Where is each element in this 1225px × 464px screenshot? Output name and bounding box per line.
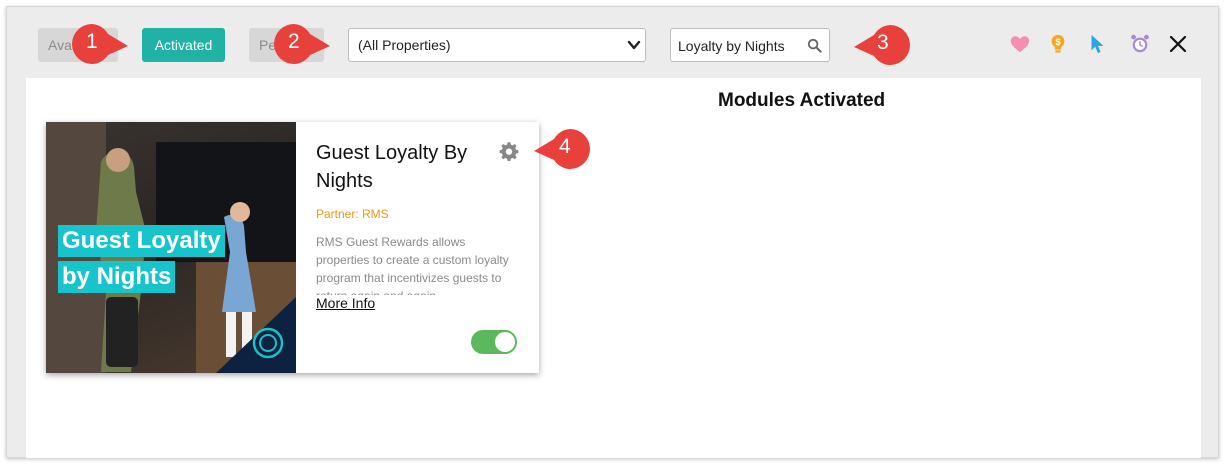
- callout-1-number: 1: [86, 30, 98, 53]
- search-icon[interactable]: [807, 38, 822, 53]
- chevron-down-icon: [627, 40, 641, 50]
- callout-4-number: 4: [559, 135, 571, 158]
- gear-icon[interactable]: [499, 141, 519, 161]
- heart-icon[interactable]: [1009, 33, 1031, 55]
- search-input[interactable]: [678, 36, 800, 56]
- module-search[interactable]: [670, 28, 830, 62]
- alarm-clock-icon[interactable]: [1129, 33, 1151, 55]
- property-select[interactable]: (All Properties): [348, 28, 646, 62]
- module-card-image: Guest Loyalty by Nights: [46, 122, 296, 373]
- modules-content: Modules Activated Guest Loyalty by Night…: [26, 78, 1201, 458]
- module-description: RMS Guest Rewards allows properties to c…: [316, 235, 509, 295]
- close-icon[interactable]: [1167, 33, 1189, 55]
- module-title: Guest Loyalty By Nights: [316, 142, 468, 192]
- callout-2-number: 2: [288, 30, 300, 53]
- card-image-text-line1: Guest Loyalty: [58, 225, 225, 257]
- activated-filter-button[interactable]: Activated: [142, 28, 225, 62]
- callout-3: 3: [850, 23, 912, 67]
- toggle-knob: [495, 332, 515, 352]
- page-title: Modules Activated: [718, 90, 886, 111]
- callout-4: 4: [530, 127, 592, 171]
- lightbulb-icon[interactable]: $: [1047, 33, 1069, 55]
- partner-label: Partner: RMS: [316, 207, 389, 221]
- callout-3-number: 3: [877, 31, 889, 54]
- more-info-link[interactable]: More Info: [316, 295, 375, 311]
- pointer-icon[interactable]: [1086, 33, 1108, 55]
- module-card-body: Guest Loyalty By Nights Partner: RMS RMS…: [296, 122, 539, 373]
- module-card: Guest Loyalty by Nights Guest Loyalty By…: [46, 122, 539, 373]
- svg-text:$: $: [1055, 37, 1060, 47]
- callout-2: 2: [272, 22, 334, 66]
- module-activation-toggle[interactable]: [471, 330, 517, 354]
- card-image-text-line2: by Nights: [58, 261, 176, 293]
- property-select-value: (All Properties): [358, 37, 451, 53]
- callout-1: 1: [70, 22, 132, 66]
